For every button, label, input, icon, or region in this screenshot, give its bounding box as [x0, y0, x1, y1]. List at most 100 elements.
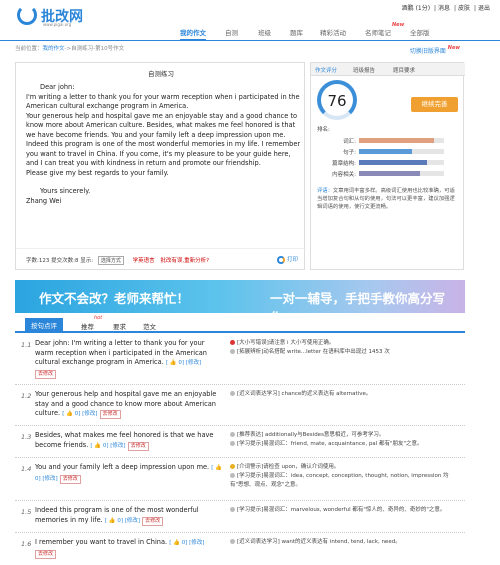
metric-relevance: 内容相关:	[331, 170, 461, 178]
nav-activities[interactable]: 精彩活动	[320, 27, 346, 37]
tab-essay-score[interactable]: 作文评分	[315, 66, 337, 74]
edit-button[interactable]: 去修改	[127, 441, 149, 451]
tab-class-report[interactable]: 班级报告	[353, 66, 375, 74]
table-row: 1.5 Indeed this program is one of the mo…	[15, 502, 465, 533]
edit-button[interactable]: 去修改	[99, 410, 121, 419]
display-mode-select[interactable]: 选择方式	[97, 256, 124, 265]
display-label: 显示:	[80, 258, 94, 264]
tab-recommend[interactable]: 推荐	[81, 321, 94, 331]
edit-button[interactable]: 去修改	[59, 474, 81, 484]
promo-banner[interactable]: 作文不会改？老师来帮忙！ 一对一辅导，手把手教你高分写作。	[15, 280, 465, 313]
note-item: [学习提示]易混词汇：friend, mate, acquaintance, p…	[230, 440, 462, 449]
breadcrumb-label: 当前位置：	[15, 46, 43, 52]
row-sentence: I remember you want to travel in China. …	[35, 538, 225, 559]
review-tabs: 按句点评 推荐 hot 要求 范文	[15, 315, 465, 333]
breadcrumb-rest: ->自测练习-第10号作文	[64, 46, 125, 52]
tab-requirements[interactable]: 要求	[113, 321, 126, 331]
table-row: 1.4 You and your family left a deep impr…	[15, 459, 465, 501]
main-nav: 我的作文 自测 班级 题库 精彩活动 名师笔记 New 全部版	[170, 22, 490, 41]
note-item: [大小写错误]请注意 i 大小写使用正确。	[230, 339, 462, 348]
banner-left-text: 作文不会改？老师来帮忙！	[39, 291, 190, 306]
edit-button[interactable]: 去修改	[35, 549, 57, 559]
edit-button[interactable]: 去修改	[142, 516, 164, 526]
tab-sentence-review[interactable]: 按句点评	[25, 318, 63, 332]
note-text: [学习提示]易混词汇：marvelous, wonderful 都有"惊人的、奇…	[237, 507, 446, 513]
coins: (1分)	[415, 5, 431, 12]
row-notes: [介词警示]请检查 upon，确认介词使用。 [学习提示]易混词汇：idea, …	[230, 463, 462, 490]
note-text: [近义词表达学习] chance的近义表达有 alternative。	[237, 391, 372, 397]
tab-question-requirements[interactable]: 题目要求	[393, 66, 415, 74]
metric-fill	[359, 171, 421, 176]
row-meta[interactable]: [ 👍 0] [修改]	[90, 443, 125, 449]
new-badge: New	[392, 22, 405, 28]
sentence-text: You and your family left a deep impressi…	[35, 463, 210, 471]
logo-check-icon	[17, 5, 37, 25]
nav-self-test[interactable]: 自测	[225, 27, 238, 37]
row-meta[interactable]: [ 👍 0] [修改]	[105, 518, 140, 524]
logo[interactable]: 批改网 www.pigai.org	[17, 5, 97, 29]
info-icon	[230, 507, 235, 512]
score-ring: 76	[317, 80, 357, 120]
note-text: [介词警示]请检查 upon，确认介词使用。	[237, 464, 340, 470]
score-tabs: 作文评分 班级报告 题目要求	[311, 63, 465, 76]
sentence-review-list: 1.1 Dear john: I'm writing a letter to t…	[15, 335, 465, 565]
row-meta[interactable]: [ 👍 0] [修改]	[166, 360, 201, 366]
metric-track	[359, 171, 444, 176]
nav-question-bank[interactable]: 题库	[290, 27, 303, 37]
essay-title: 自测练习	[148, 70, 174, 78]
row-notes: [大小写错误]请注意 i 大小写使用正确。 [拓展辨析]动名搭配 write..…	[230, 339, 462, 357]
nav-my-essays[interactable]: 我的作文	[180, 27, 206, 41]
breadcrumb-link-my-essays[interactable]: 我的作文	[43, 46, 65, 52]
info-icon	[230, 349, 235, 354]
note-text: [学习提示]易混词汇：friend, mate, acquaintance, p…	[237, 441, 423, 447]
note-item: [推荐表达] additionally与Besides意思相近，可参考学习。	[230, 431, 462, 440]
breadcrumb: 当前位置：我的作文->自测练习-第10号作文	[15, 44, 124, 52]
note-item: [近义词表达学习] chance的近义表达有 alternative。	[230, 390, 462, 399]
logout-link[interactable]: 退出	[478, 5, 490, 12]
essay-signature: Zhang Wei	[26, 196, 62, 205]
switch-new-badge: New	[447, 45, 460, 51]
nav-class[interactable]: 班级	[258, 27, 271, 37]
essay-paragraph: Please give my best regards to your fami…	[26, 168, 169, 177]
teacher-comment: 评语：文章用词丰富多样。高级词汇使用也比较准确，可适当增加复合句和从句的使用，句…	[317, 187, 459, 211]
nav-full-version[interactable]: 全部版	[410, 27, 430, 37]
row-notes: [近义词表达学习] want的近义表达有 intend, tend, lack,…	[230, 538, 462, 547]
nav-teacher-notes[interactable]: 名师笔记	[365, 27, 391, 37]
info-icon	[230, 539, 235, 544]
metric-vocabulary: 词汇:	[331, 137, 461, 145]
note-item: [介词警示]请检查 upon，确认介词使用。	[230, 463, 462, 472]
metric-label: 内容相关:	[332, 172, 356, 178]
row-number: 1.6	[21, 540, 32, 548]
messages-link[interactable]: 消息	[438, 5, 450, 12]
user-bar: 酒鹏 (1分) | 消息 | 皮肤 | 退出	[401, 5, 490, 12]
row-sentence: Dear john: I'm writing a letter to thank…	[35, 339, 225, 379]
row-meta[interactable]: [ 👍 0] [修改]	[62, 411, 97, 417]
essay-panel: 自测练习 Dear john: I'm writing a letter to …	[15, 62, 306, 270]
edit-button[interactable]: 去修改	[35, 369, 57, 379]
row-notes: [推荐表达] additionally与Besides意思相近，可参考学习。 […	[230, 431, 462, 449]
print-icon	[276, 255, 285, 264]
table-row: 1.3 Besides, what makes me feel honored …	[15, 427, 465, 458]
info-icon	[230, 432, 235, 437]
switch-old-ui-link[interactable]: 切换旧版界面 New	[410, 45, 460, 55]
essay-closing: Yours sincerely.	[40, 187, 91, 195]
row-number: 1.4	[21, 465, 32, 473]
note-item: [学习提示]易混词汇：idea, concept, conception, th…	[230, 472, 462, 490]
tab-sample-essay[interactable]: 范文	[143, 321, 156, 331]
comment-label: 评语：	[317, 188, 333, 194]
note-item: [拓展辨析]动名搭配 write...letter 在语料库中出现过 1453 …	[230, 348, 462, 357]
learn-english-link[interactable]: 学英语言	[133, 258, 155, 264]
note-item: [学习提示]易混词汇：marvelous, wonderful 都有"惊人的、奇…	[230, 506, 462, 515]
reanalyze-link[interactable]: 批改有误,重新分析?	[160, 258, 209, 264]
switch-link-label[interactable]: 切换旧版界面	[410, 48, 446, 55]
row-meta[interactable]: [ 👍 0] [修改]	[169, 540, 204, 546]
skin-link[interactable]: 皮肤	[458, 5, 470, 12]
metric-track	[359, 138, 444, 143]
continue-improve-button[interactable]: 继续完善	[411, 97, 458, 112]
comment-text: 文章用词丰富多样。高级词汇使用也比较准确，可适当增加复合句和从句的使用，句法可以…	[317, 188, 455, 210]
metric-label: 篇章结构:	[332, 161, 356, 167]
print-button[interactable]: 打印	[276, 255, 298, 264]
username[interactable]: 酒鹏	[402, 5, 414, 12]
hot-badge: hot	[94, 315, 103, 321]
score-value: 76	[327, 92, 347, 110]
